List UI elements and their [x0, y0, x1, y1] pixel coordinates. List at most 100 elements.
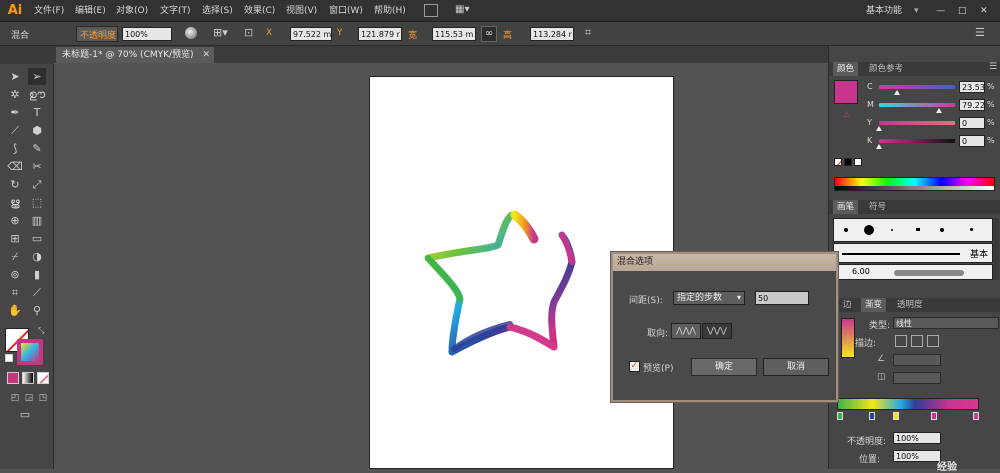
menu-edit[interactable]: 编辑(E): [75, 0, 106, 22]
slice-tool-icon[interactable]: ⟋: [28, 284, 46, 301]
shape-builder-tool-icon[interactable]: ⊕: [6, 212, 24, 229]
artboard-tool-icon[interactable]: ⌗: [6, 284, 24, 301]
menu-effect[interactable]: 效果(C): [244, 0, 275, 22]
gradient-position-input[interactable]: 100%: [893, 450, 941, 462]
menu-select[interactable]: 选择(S): [202, 0, 233, 22]
gradient-stop[interactable]: [973, 412, 979, 420]
menu-file[interactable]: 文件(F): [34, 0, 64, 22]
document-tab[interactable]: 未标题-1* @ 70% (CMYK/预览) ✕: [56, 47, 214, 63]
arrange-documents-icon[interactable]: ▦▾: [455, 4, 475, 17]
lasso-tool-icon[interactable]: ഊ: [28, 86, 46, 103]
direct-selection-tool-icon[interactable]: ➢: [28, 68, 46, 85]
slider-track-k[interactable]: [879, 139, 955, 143]
tab-gradient[interactable]: 渐变: [861, 298, 887, 312]
gradient-opacity-input[interactable]: 100%: [893, 432, 941, 444]
color-panel-menu-icon[interactable]: ☰: [989, 62, 997, 72]
opacity-label[interactable]: 不透明度: [80, 28, 116, 41]
gradient-tool-icon[interactable]: ▭: [28, 230, 46, 247]
brush-swatch[interactable]: [970, 228, 973, 231]
x-input[interactable]: 97.522 m: [290, 27, 332, 41]
steps-input[interactable]: 50: [755, 291, 809, 305]
brush-size-row[interactable]: 6.00: [833, 264, 993, 280]
menu-window[interactable]: 窗口(W): [329, 0, 363, 22]
stroke-swatch[interactable]: [17, 339, 43, 365]
maximize-button[interactable]: □: [958, 0, 970, 22]
ok-button[interactable]: 确定: [691, 358, 757, 376]
gradient-thumbnail[interactable]: [841, 318, 855, 358]
gradient-mode-button[interactable]: [22, 372, 34, 384]
slider-track-y[interactable]: [879, 121, 955, 125]
brush-swatch[interactable]: [940, 228, 944, 232]
screen-mode-icon[interactable]: ▭: [16, 406, 34, 423]
hand-tool-icon[interactable]: ✋: [6, 302, 24, 319]
bridge-icon[interactable]: [424, 4, 438, 17]
tab-symbols[interactable]: 符号: [865, 200, 890, 214]
minimize-button[interactable]: —: [936, 0, 948, 22]
color-mode-button[interactable]: [7, 372, 19, 384]
gradient-type-select[interactable]: 线性: [893, 317, 999, 329]
cancel-button[interactable]: 取消: [763, 358, 829, 376]
brush-grid[interactable]: [833, 218, 993, 242]
tab-color-guide[interactable]: 颜色参考: [865, 62, 907, 76]
h-input[interactable]: 113.284 r: [530, 27, 574, 41]
slider-thumb-c[interactable]: [893, 90, 900, 95]
tab-color[interactable]: 颜色: [833, 62, 859, 76]
type-tool-icon[interactable]: T: [28, 104, 46, 121]
polygon-tool-icon[interactable]: ⬢: [28, 122, 46, 139]
line-segment-tool-icon[interactable]: ⟋: [6, 122, 24, 139]
swap-fill-stroke-icon[interactable]: ⤡: [38, 326, 44, 336]
gradient-stop[interactable]: [837, 412, 843, 420]
slider-thumb-m[interactable]: [936, 108, 943, 113]
slider-track-c[interactable]: [879, 85, 955, 89]
workspace-switcher[interactable]: 基本功能: [866, 0, 902, 22]
gradient-aspect-input[interactable]: [893, 372, 941, 384]
eyedropper-tool-icon[interactable]: ⌿: [6, 248, 24, 265]
default-fill-stroke-icon[interactable]: [5, 354, 13, 362]
gradient-angle-input[interactable]: [893, 354, 941, 366]
tab-stroke[interactable]: 边: [839, 298, 856, 312]
color-spectrum[interactable]: [834, 177, 995, 191]
brush-swatch[interactable]: [916, 228, 920, 231]
brush-swatch[interactable]: [891, 229, 893, 231]
zoom-tool-icon[interactable]: ⚲: [28, 302, 46, 319]
transform-grid-icon[interactable]: ⊡: [244, 26, 253, 39]
pencil-tool-icon[interactable]: ✎: [28, 140, 46, 157]
blob-brush-tool-icon[interactable]: ⌫: [6, 158, 24, 175]
stroke-along-icon[interactable]: [911, 335, 923, 347]
scissors-tool-icon[interactable]: ✂: [28, 158, 46, 175]
rotate-tool-icon[interactable]: ↻: [6, 176, 24, 193]
gradient-stop[interactable]: [869, 412, 875, 420]
document-tab-close-icon[interactable]: ✕: [202, 47, 210, 63]
stroke-within-icon[interactable]: [895, 335, 907, 347]
menu-view[interactable]: 视图(V): [286, 0, 317, 22]
w-input[interactable]: 115.53 m: [432, 27, 476, 41]
stroke-across-icon[interactable]: [927, 335, 939, 347]
none-color-button[interactable]: [834, 158, 842, 166]
slider-value-y[interactable]: 0: [959, 117, 985, 129]
magic-wand-tool-icon[interactable]: ✲: [6, 86, 24, 103]
selection-tool-icon[interactable]: ➤: [6, 68, 24, 85]
slider-value-m[interactable]: 79.22: [959, 99, 985, 111]
pen-tool-icon[interactable]: ✒: [6, 104, 24, 121]
transform-icon[interactable]: ⌗: [585, 26, 591, 40]
free-transform-tool-icon[interactable]: ⬚: [28, 194, 46, 211]
gradient-slider[interactable]: [837, 398, 979, 410]
brush-swatch[interactable]: [844, 228, 848, 232]
tab-brushes[interactable]: 画笔: [833, 200, 859, 214]
slider-thumb-k[interactable]: [876, 144, 882, 149]
draw-inside-icon[interactable]: ◳: [34, 390, 52, 407]
slider-thumb-y[interactable]: [876, 126, 882, 131]
slider-value-c[interactable]: 23.53: [959, 81, 985, 93]
blend-tool-icon[interactable]: ◑: [28, 248, 46, 265]
preview-checkbox[interactable]: ✓: [629, 361, 640, 372]
workspace-chevron-icon[interactable]: ▾: [914, 0, 924, 22]
perspective-grid-tool-icon[interactable]: ▥: [28, 212, 46, 229]
menu-help[interactable]: 帮助(H): [374, 0, 406, 22]
paintbrush-tool-icon[interactable]: ⟆: [6, 140, 24, 157]
align-to-page-icon[interactable]: ⋀⋀⋀: [671, 323, 701, 339]
spacing-select[interactable]: 指定的步数 ▾: [673, 291, 745, 305]
black-color-button[interactable]: [844, 158, 852, 166]
color-fill-swatch[interactable]: [834, 80, 858, 104]
constrain-proportions-icon[interactable]: ∞: [481, 26, 497, 42]
symbol-sprayer-tool-icon[interactable]: ⊚: [6, 266, 24, 283]
